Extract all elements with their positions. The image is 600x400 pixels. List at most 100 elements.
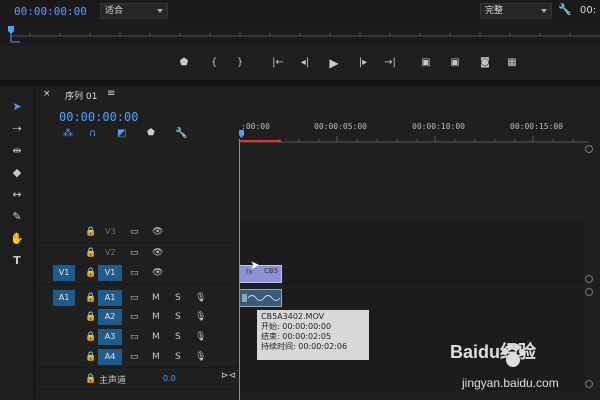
track-header: 🔒 V2 ▭ 👁 [35, 243, 239, 263]
sync-lock-icon[interactable]: ▭ [130, 288, 139, 308]
sync-lock-icon[interactable]: ▭ [130, 243, 139, 263]
timeline-settings-icon[interactable]: 🔧 [175, 128, 187, 139]
chevron-down-icon [157, 9, 163, 13]
track-target-v1[interactable]: V1 [98, 265, 122, 281]
wrench-icon[interactable]: 🔧 [558, 3, 572, 16]
microphone-icon[interactable]: 🎙 [195, 288, 206, 308]
track-header: 🔒 A4 ▭ M S 🎙 [35, 347, 239, 367]
track-row-v3: 🔒 V3 ▭ 👁 [35, 222, 585, 243]
master-volume-value[interactable]: 0.0 [163, 374, 176, 383]
fit-dropdown[interactable]: 适合 [100, 3, 168, 19]
track-row-v2: 🔒 V2 ▭ 👁 [35, 243, 585, 264]
close-icon[interactable]: × [43, 89, 51, 99]
track-header: V1 🔒 V1 ▭ 👁 [35, 263, 239, 283]
slip-tool-icon[interactable]: ↔ [8, 186, 26, 204]
track-select-tool-icon[interactable]: ⇢ [8, 120, 26, 138]
master-track-label: 主声道 [99, 376, 127, 386]
eye-icon[interactable]: 👁 [152, 263, 163, 283]
linked-selection-icon[interactable]: ◩ [117, 128, 126, 139]
add-marker-icon[interactable]: ⬟ [147, 128, 155, 138]
scrollbar-handle-middle[interactable] [585, 275, 593, 283]
lock-icon[interactable]: 🔒 [85, 327, 96, 347]
sync-lock-icon[interactable]: ▭ [130, 222, 139, 242]
microphone-icon[interactable]: 🎙 [195, 307, 206, 327]
step-back-icon[interactable]: ◂| [298, 56, 312, 70]
scrollbar-handle-lower[interactable] [585, 288, 593, 296]
audio-clip[interactable] [239, 289, 282, 307]
audio-waveform [242, 294, 281, 302]
go-to-end-icon[interactable]: ⊳⊲ [221, 371, 236, 381]
type-tool-icon[interactable]: T [8, 252, 26, 270]
lock-icon[interactable]: 🔒 [85, 243, 96, 263]
sync-lock-icon[interactable]: ▭ [130, 327, 139, 347]
lock-icon[interactable]: 🔒 [85, 288, 96, 308]
baidu-watermark: Baidu经验 jingyan.baidu.com [450, 330, 600, 400]
go-to-out-icon[interactable]: →| [383, 56, 397, 70]
track-lane[interactable] [239, 222, 585, 242]
track-lane[interactable] [239, 288, 585, 308]
eye-icon[interactable]: 👁 [152, 222, 163, 242]
panel-menu-icon[interactable]: ≡ [107, 88, 115, 99]
program-timecode[interactable]: 00:00:00:00 [14, 5, 87, 18]
program-monitor-bar: 00:00:00:00 适合 完整 🔧 00: [0, 0, 600, 22]
mute-button[interactable]: M [152, 307, 160, 327]
go-to-in-icon[interactable]: |← [271, 56, 285, 70]
lock-icon[interactable]: 🔒 [85, 222, 96, 242]
solo-button[interactable]: S [175, 288, 181, 308]
solo-button[interactable]: S [175, 327, 181, 347]
pen-tool-icon[interactable]: ✎ [8, 208, 26, 226]
sequence-tab[interactable]: 序列 01 [65, 89, 97, 102]
solo-button[interactable]: S [175, 347, 181, 367]
transport-controls: ⬟ { } |← ◂| ▶ |▸ →| ▣ ▣ ◙ ▦ [0, 46, 600, 80]
playhead-line[interactable] [239, 139, 240, 400]
timeline-ruler[interactable] [239, 130, 589, 145]
tooltip-start: 开始: 00:00:00:00 [261, 322, 332, 331]
mute-button[interactable]: M [152, 327, 160, 347]
source-patch-v1[interactable]: V1 [53, 265, 75, 281]
lock-icon[interactable]: 🔒 [85, 307, 96, 327]
quality-dropdown[interactable]: 完整 [480, 3, 552, 19]
microphone-icon[interactable]: 🎙 [195, 327, 206, 347]
eye-icon[interactable]: 👁 [152, 243, 163, 263]
sequence-timecode[interactable]: 00:00:00:00 [59, 110, 138, 124]
mark-out-icon[interactable]: } [233, 56, 247, 70]
track-target-a4[interactable]: A4 [98, 349, 122, 365]
mute-button[interactable]: M [152, 347, 160, 367]
program-scrubber[interactable] [0, 22, 600, 46]
play-icon[interactable]: ▶ [327, 56, 341, 70]
step-forward-icon[interactable]: |▸ [356, 56, 370, 70]
mark-in-icon[interactable]: { [207, 56, 221, 70]
hand-tool-icon[interactable]: ✋ [8, 230, 26, 248]
selection-tool-icon[interactable]: ➤ [8, 98, 26, 116]
track-lane[interactable] [239, 263, 585, 283]
tooltip-duration: 持续时间: 00:00:02:06 [261, 342, 348, 351]
lock-icon[interactable]: 🔒 [85, 347, 96, 367]
solo-button[interactable]: S [175, 307, 181, 327]
track-target-v2[interactable]: V2 [105, 248, 116, 257]
track-target-a1[interactable]: A1 [98, 290, 122, 306]
lock-icon[interactable]: 🔒 [85, 263, 96, 283]
marker-icon[interactable]: ⬟ [177, 56, 191, 70]
microphone-icon[interactable]: 🎙 [195, 347, 206, 367]
export-frame-icon[interactable]: ◙ [478, 56, 492, 70]
lock-icon[interactable]: 🔒 [85, 369, 96, 389]
mute-button[interactable]: M [152, 288, 160, 308]
track-target-a3[interactable]: A3 [98, 329, 122, 345]
ripple-edit-tool-icon[interactable]: ⇹ [8, 142, 26, 160]
razor-tool-icon[interactable]: ◆ [8, 164, 26, 182]
sync-lock-icon[interactable]: ▭ [130, 263, 139, 283]
sync-lock-icon[interactable]: ▭ [130, 307, 139, 327]
nest-icon[interactable]: ⁂ [63, 128, 73, 139]
lift-icon[interactable]: ▣ [419, 56, 433, 70]
sync-lock-icon[interactable]: ▭ [130, 347, 139, 367]
tools-panel: ➤ ⇢ ⇹ ◆ ↔ ✎ ✋ T [0, 86, 35, 400]
track-target-a2[interactable]: A2 [98, 309, 122, 325]
video-clip[interactable]: CB5 fx [239, 265, 282, 283]
scrollbar-handle-top[interactable] [585, 145, 593, 153]
snap-icon[interactable]: ∩ [89, 128, 96, 139]
extract-icon[interactable]: ▣ [448, 56, 462, 70]
track-target-v3[interactable]: V3 [105, 227, 116, 236]
source-patch-a1[interactable]: A1 [53, 290, 75, 306]
track-lane[interactable] [239, 243, 585, 263]
button-editor-icon[interactable]: ▦ [505, 56, 519, 70]
